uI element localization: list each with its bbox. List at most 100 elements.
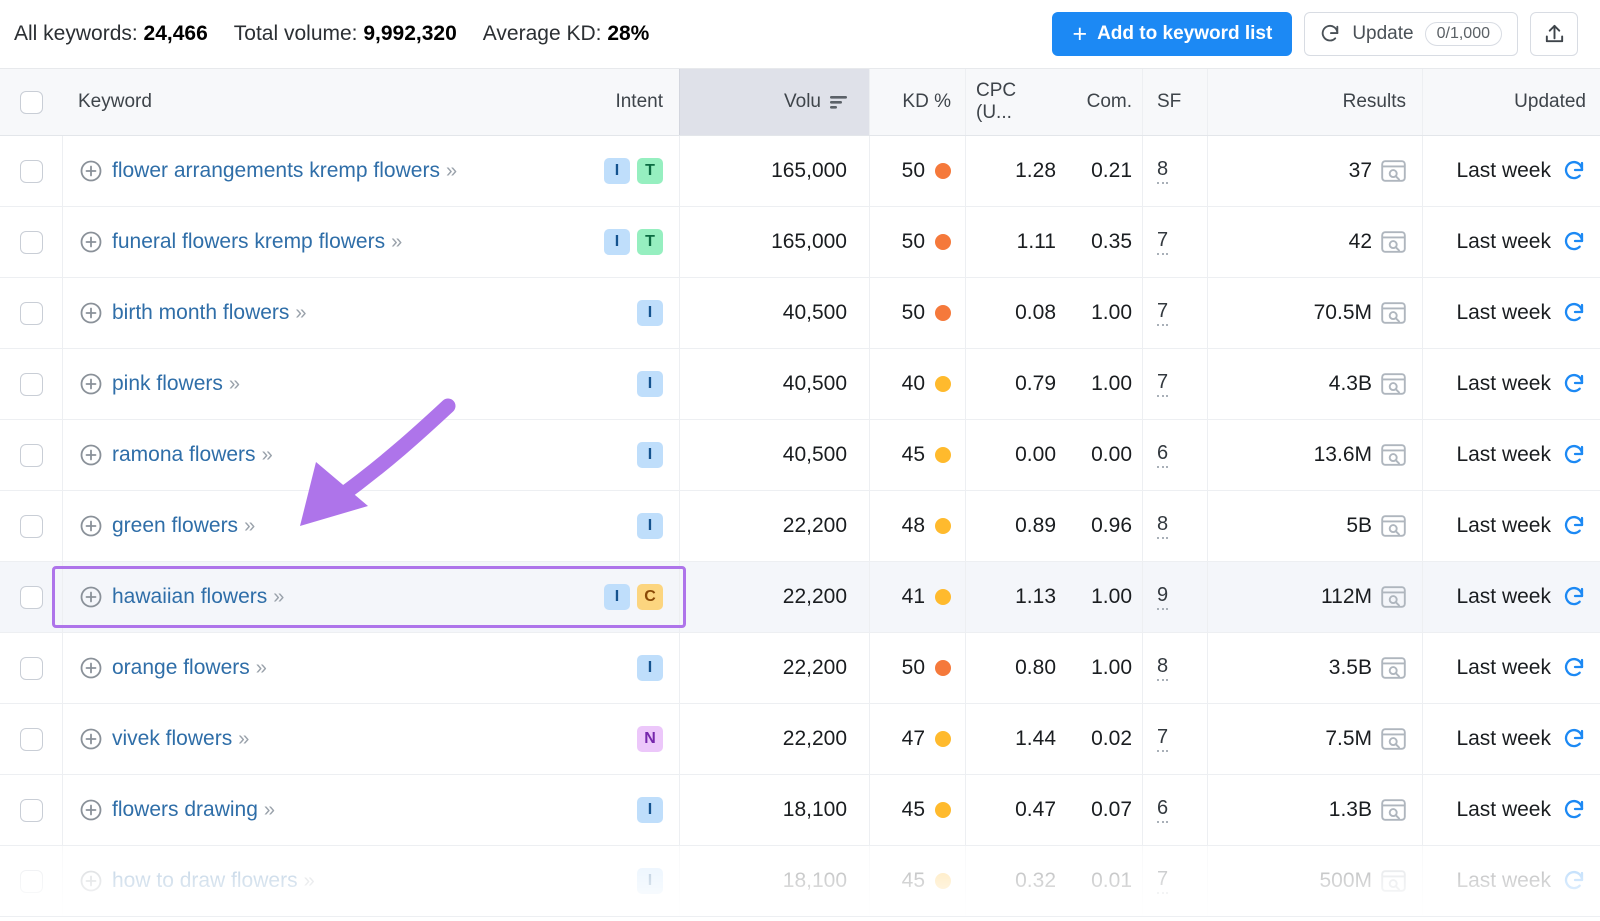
column-header-com[interactable]: Com. bbox=[1072, 69, 1142, 135]
intent-badge-I[interactable]: I bbox=[637, 371, 663, 397]
sf-value[interactable]: 6 bbox=[1157, 442, 1168, 468]
table-row[interactable]: flower arrangements kremp flowers»IT165,… bbox=[0, 136, 1600, 207]
keyword-link[interactable]: how to draw flowers bbox=[79, 869, 298, 893]
row-checkbox[interactable] bbox=[20, 870, 43, 893]
refresh-icon[interactable] bbox=[1562, 372, 1586, 396]
double-chevron-right-icon[interactable]: » bbox=[256, 657, 264, 680]
table-row[interactable]: flowers drawing»I18,100450.470.0761.3BLa… bbox=[0, 775, 1600, 846]
table-row[interactable]: pink flowers»I40,500400.791.0074.3BLast … bbox=[0, 349, 1600, 420]
refresh-icon[interactable] bbox=[1562, 514, 1586, 538]
serp-preview-icon[interactable] bbox=[1381, 799, 1406, 821]
keyword-link[interactable]: vivek flowers bbox=[79, 727, 232, 751]
serp-preview-icon[interactable] bbox=[1381, 444, 1406, 466]
sf-value[interactable]: 9 bbox=[1157, 584, 1168, 610]
plus-circle-icon[interactable] bbox=[79, 727, 103, 751]
keyword-link[interactable]: flowers drawing bbox=[79, 798, 258, 822]
refresh-icon[interactable] bbox=[1562, 159, 1586, 183]
keyword-link[interactable]: pink flowers bbox=[79, 372, 223, 396]
sf-value[interactable]: 8 bbox=[1157, 158, 1168, 184]
serp-preview-icon[interactable] bbox=[1381, 657, 1406, 679]
double-chevron-right-icon[interactable]: » bbox=[295, 302, 303, 325]
keyword-link[interactable]: hawaiian flowers bbox=[79, 585, 267, 609]
intent-badge-I[interactable]: I bbox=[637, 442, 663, 468]
table-row[interactable]: how to draw flowers»I18,100450.320.01750… bbox=[0, 846, 1600, 917]
keyword-link[interactable]: flower arrangements kremp flowers bbox=[79, 159, 440, 183]
table-row[interactable]: hawaiian flowers»IC22,200411.131.009112M… bbox=[0, 562, 1600, 633]
plus-circle-icon[interactable] bbox=[79, 514, 103, 538]
table-row[interactable]: ramona flowers»I40,500450.000.00613.6MLa… bbox=[0, 420, 1600, 491]
sf-value[interactable]: 7 bbox=[1157, 371, 1168, 397]
intent-badge-I[interactable]: I bbox=[604, 584, 630, 610]
intent-badge-C[interactable]: C bbox=[637, 584, 663, 610]
refresh-icon[interactable] bbox=[1562, 230, 1586, 254]
row-checkbox[interactable] bbox=[20, 728, 43, 751]
plus-circle-icon[interactable] bbox=[79, 585, 103, 609]
add-to-keyword-list-button[interactable]: + Add to keyword list bbox=[1052, 12, 1292, 56]
intent-badge-T[interactable]: T bbox=[637, 229, 663, 255]
intent-badge-I[interactable]: I bbox=[637, 655, 663, 681]
column-header-updated[interactable]: Updated bbox=[1422, 69, 1600, 135]
refresh-icon[interactable] bbox=[1562, 585, 1586, 609]
refresh-icon[interactable] bbox=[1562, 798, 1586, 822]
keyword-link[interactable]: ramona flowers bbox=[79, 443, 256, 467]
keyword-link[interactable]: orange flowers bbox=[79, 656, 250, 680]
column-header-intent[interactable]: Intent bbox=[586, 69, 679, 135]
column-header-keyword[interactable]: Keyword bbox=[62, 69, 586, 135]
update-button[interactable]: Update 0/1,000 bbox=[1304, 12, 1518, 56]
intent-badge-I[interactable]: I bbox=[637, 300, 663, 326]
refresh-icon[interactable] bbox=[1562, 869, 1586, 893]
keyword-link[interactable]: birth month flowers bbox=[79, 301, 289, 325]
intent-badge-I[interactable]: I bbox=[604, 229, 630, 255]
row-checkbox[interactable] bbox=[20, 515, 43, 538]
column-header-kd[interactable]: KD % bbox=[869, 69, 965, 135]
plus-circle-icon[interactable] bbox=[79, 443, 103, 467]
serp-preview-icon[interactable] bbox=[1381, 728, 1406, 750]
select-all-checkbox[interactable] bbox=[20, 91, 43, 114]
table-row[interactable]: orange flowers»I22,200500.801.0083.5BLas… bbox=[0, 633, 1600, 704]
table-row[interactable]: green flowers»I22,200480.890.9685BLast w… bbox=[0, 491, 1600, 562]
table-row[interactable]: vivek flowers»N22,200471.440.0277.5MLast… bbox=[0, 704, 1600, 775]
double-chevron-right-icon[interactable]: » bbox=[264, 799, 272, 822]
column-header-results[interactable]: Results bbox=[1207, 69, 1422, 135]
keyword-link[interactable]: funeral flowers kremp flowers bbox=[79, 230, 385, 254]
plus-circle-icon[interactable] bbox=[79, 656, 103, 680]
row-checkbox[interactable] bbox=[20, 231, 43, 254]
double-chevron-right-icon[interactable]: » bbox=[262, 444, 270, 467]
row-checkbox[interactable] bbox=[20, 444, 43, 467]
refresh-icon[interactable] bbox=[1562, 656, 1586, 680]
serp-preview-icon[interactable] bbox=[1381, 373, 1406, 395]
sf-value[interactable]: 7 bbox=[1157, 229, 1168, 255]
sf-value[interactable]: 6 bbox=[1157, 797, 1168, 823]
sf-value[interactable]: 8 bbox=[1157, 655, 1168, 681]
double-chevron-right-icon[interactable]: » bbox=[391, 231, 399, 254]
row-checkbox[interactable] bbox=[20, 799, 43, 822]
serp-preview-icon[interactable] bbox=[1381, 515, 1406, 537]
intent-badge-I[interactable]: I bbox=[637, 868, 663, 894]
export-button[interactable] bbox=[1530, 12, 1578, 56]
plus-circle-icon[interactable] bbox=[79, 230, 103, 254]
serp-preview-icon[interactable] bbox=[1381, 231, 1406, 253]
plus-circle-icon[interactable] bbox=[79, 798, 103, 822]
serp-preview-icon[interactable] bbox=[1381, 160, 1406, 182]
row-checkbox[interactable] bbox=[20, 373, 43, 396]
plus-circle-icon[interactable] bbox=[79, 869, 103, 893]
plus-circle-icon[interactable] bbox=[79, 159, 103, 183]
row-checkbox[interactable] bbox=[20, 302, 43, 325]
keyword-link[interactable]: green flowers bbox=[79, 514, 238, 538]
double-chevron-right-icon[interactable]: » bbox=[238, 728, 246, 751]
sf-value[interactable]: 7 bbox=[1157, 726, 1168, 752]
intent-badge-T[interactable]: T bbox=[637, 158, 663, 184]
serp-preview-icon[interactable] bbox=[1381, 586, 1406, 608]
intent-badge-N[interactable]: N bbox=[637, 726, 663, 752]
refresh-icon[interactable] bbox=[1562, 301, 1586, 325]
intent-badge-I[interactable]: I bbox=[637, 797, 663, 823]
column-header-volume[interactable]: Volu bbox=[679, 69, 869, 135]
plus-circle-icon[interactable] bbox=[79, 372, 103, 396]
serp-preview-icon[interactable] bbox=[1381, 302, 1406, 324]
double-chevron-right-icon[interactable]: » bbox=[244, 515, 252, 538]
column-header-sf[interactable]: SF bbox=[1142, 69, 1207, 135]
double-chevron-right-icon[interactable]: » bbox=[229, 373, 237, 396]
double-chevron-right-icon[interactable]: » bbox=[273, 586, 281, 609]
row-checkbox[interactable] bbox=[20, 160, 43, 183]
sf-value[interactable]: 8 bbox=[1157, 513, 1168, 539]
